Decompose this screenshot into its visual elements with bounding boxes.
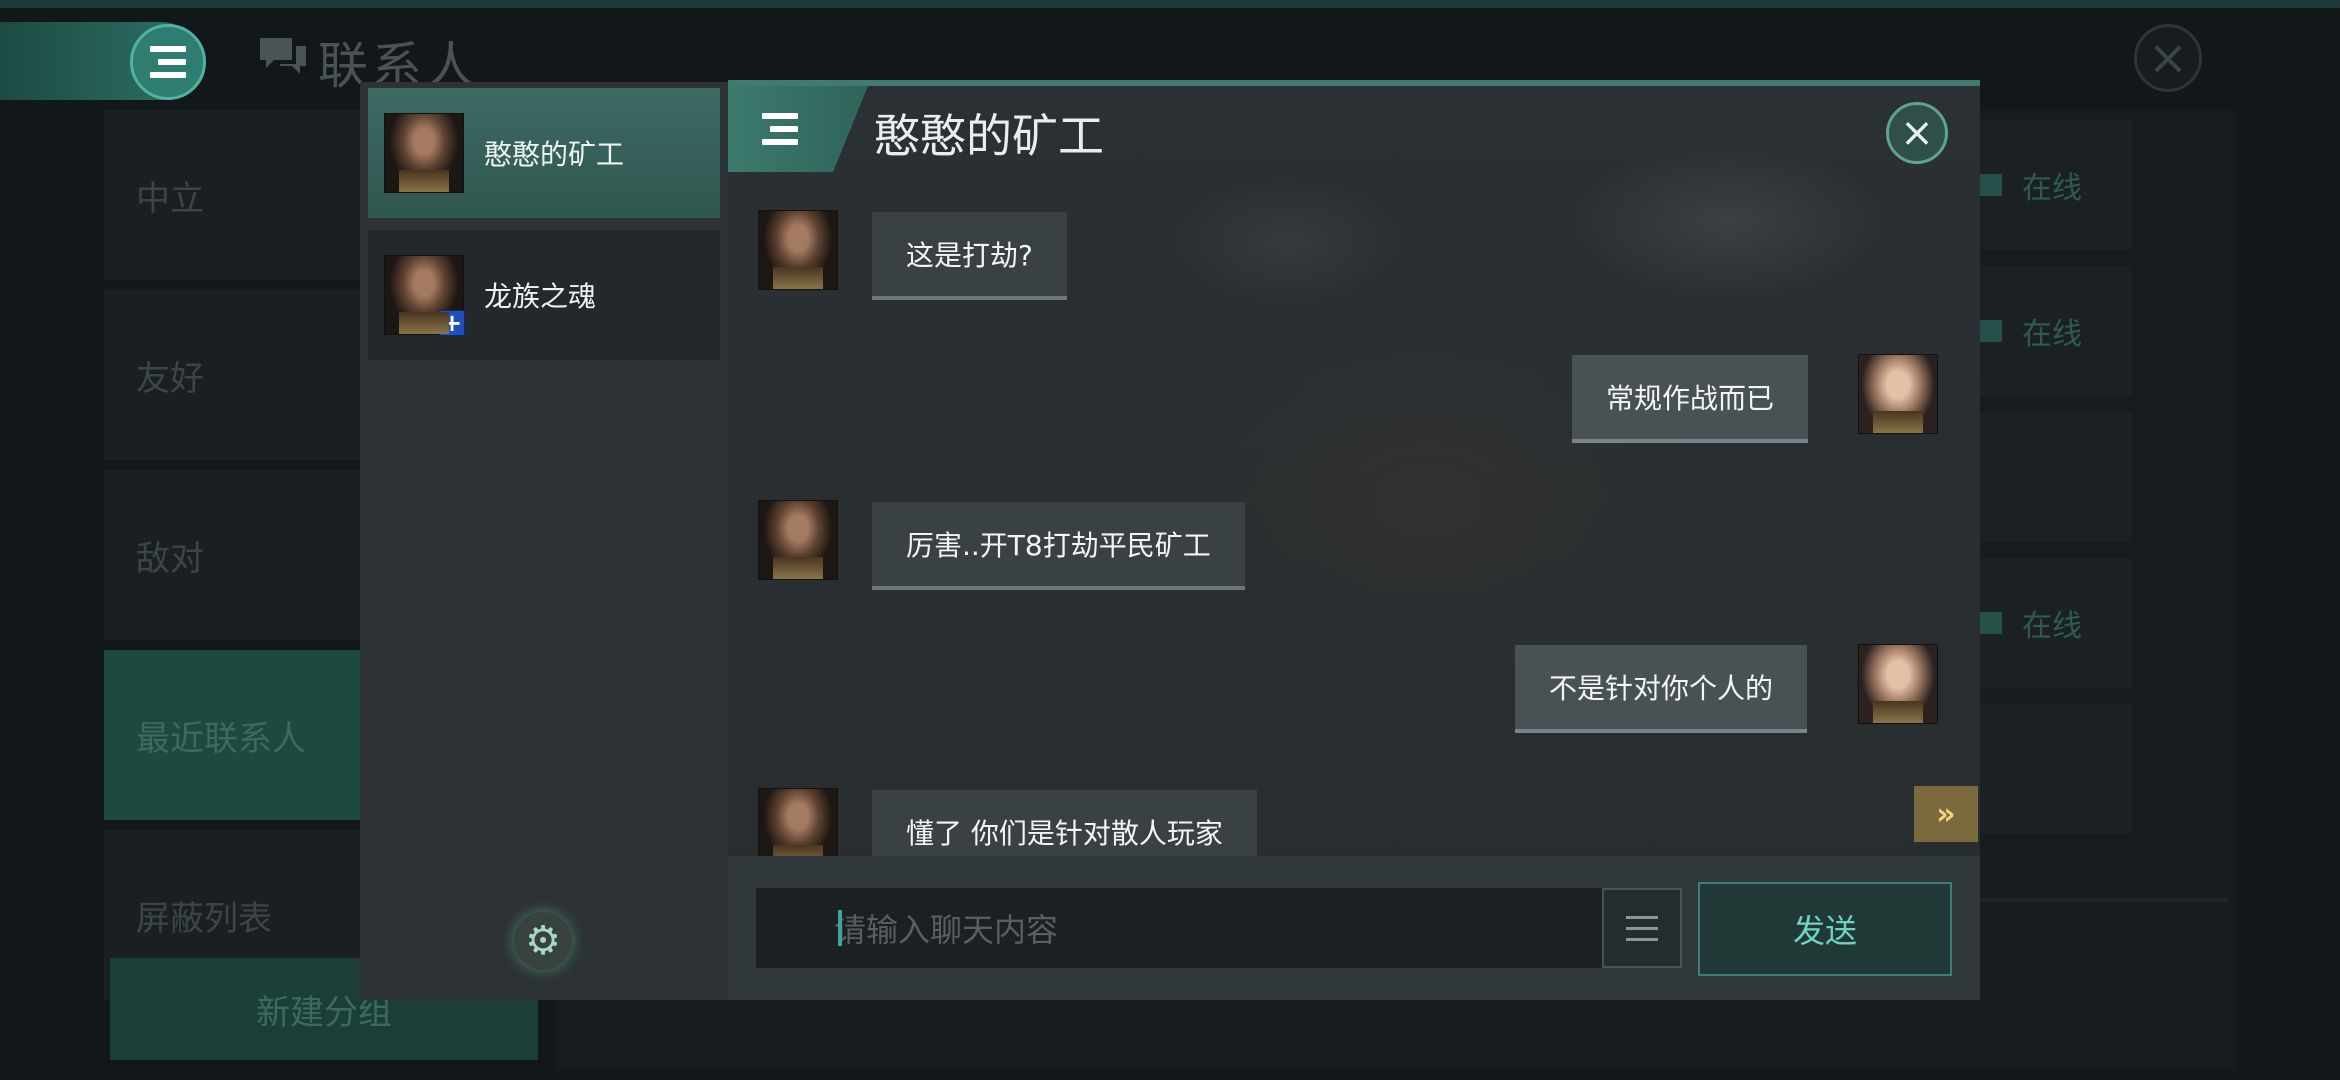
contact-item[interactable]: 憨憨的矿工 xyxy=(368,88,720,218)
message-list[interactable]: 这是打劫? 常规作战而已 厉害..开T8打劫平民矿工 不是针对你个人的 懂了 你… xyxy=(728,190,1980,856)
settings-button[interactable]: ⚙ xyxy=(514,912,572,970)
group-neutral[interactable]: 中立 xyxy=(104,110,364,280)
online-dot-icon xyxy=(1980,320,2002,342)
message-bubble: 常规作战而已 xyxy=(1572,355,1809,443)
online-status: 在线 xyxy=(1960,558,2132,688)
online-status: 在线 xyxy=(1960,120,2132,250)
chat-top-accent xyxy=(728,80,1980,86)
message-bubble: 懂了 你们是针对散人玩家 xyxy=(872,790,1257,856)
avatar[interactable] xyxy=(758,210,838,290)
message-bubble: 厉害..开T8打劫平民矿工 xyxy=(872,502,1245,590)
message-bubble: 不是针对你个人的 xyxy=(1515,645,1808,733)
placeholder-row xyxy=(1960,412,2132,542)
message-bubble: 这是打劫? xyxy=(872,212,1067,300)
scroll-to-bottom-button[interactable]: » xyxy=(1914,786,1978,842)
contact-name: 龙族之魂 xyxy=(484,280,597,313)
avatar[interactable] xyxy=(758,500,838,580)
menu-icon xyxy=(150,46,186,78)
menu-icon xyxy=(762,113,798,145)
group-recent[interactable]: 最近联系人 xyxy=(104,650,364,820)
online-status: 在线 xyxy=(1960,266,2132,396)
avatar xyxy=(384,113,464,193)
chat-bubble-icon xyxy=(260,38,306,74)
send-button[interactable]: 发送 xyxy=(1698,882,1952,976)
chat-contact-list: 憨憨的矿工 + 龙族之魂 xyxy=(360,82,728,1000)
quick-phrase-button[interactable] xyxy=(1602,888,1682,968)
group-list: 中立 友好 敌对 最近联系人 屏蔽列表 xyxy=(104,110,364,1060)
background-menu-button[interactable] xyxy=(130,24,206,100)
chevron-double-down-icon: » xyxy=(1936,796,1956,832)
placeholder-row xyxy=(1960,704,2132,834)
gear-icon: ⚙ xyxy=(525,918,561,964)
avatar: + xyxy=(384,255,465,336)
chat-input[interactable]: 请输入聊天内容 xyxy=(756,888,1602,968)
contact-item[interactable]: + 龙族之魂 xyxy=(368,230,720,360)
online-dot-icon xyxy=(1980,174,2002,196)
background-close-button[interactable]: × xyxy=(2134,24,2202,92)
divider xyxy=(1960,898,2228,902)
list-icon xyxy=(1626,915,1658,941)
contact-name: 憨憨的矿工 xyxy=(484,138,625,171)
plus-icon[interactable]: + xyxy=(439,310,465,336)
close-icon: × xyxy=(2147,30,2189,86)
group-friendly[interactable]: 友好 xyxy=(104,290,364,460)
online-status-list: 在线 在线 在线 xyxy=(1960,120,2132,880)
avatar[interactable] xyxy=(1858,644,1938,724)
chat-title: 憨憨的矿工 xyxy=(874,109,1104,163)
group-hostile[interactable]: 敌对 xyxy=(104,470,364,640)
avatar[interactable] xyxy=(758,788,838,856)
online-dot-icon xyxy=(1980,612,2002,634)
close-button[interactable]: × xyxy=(1886,102,1948,164)
close-icon: × xyxy=(1900,110,1934,156)
text-caret xyxy=(838,910,842,946)
top-strip xyxy=(0,0,2340,8)
avatar[interactable] xyxy=(1858,354,1938,434)
